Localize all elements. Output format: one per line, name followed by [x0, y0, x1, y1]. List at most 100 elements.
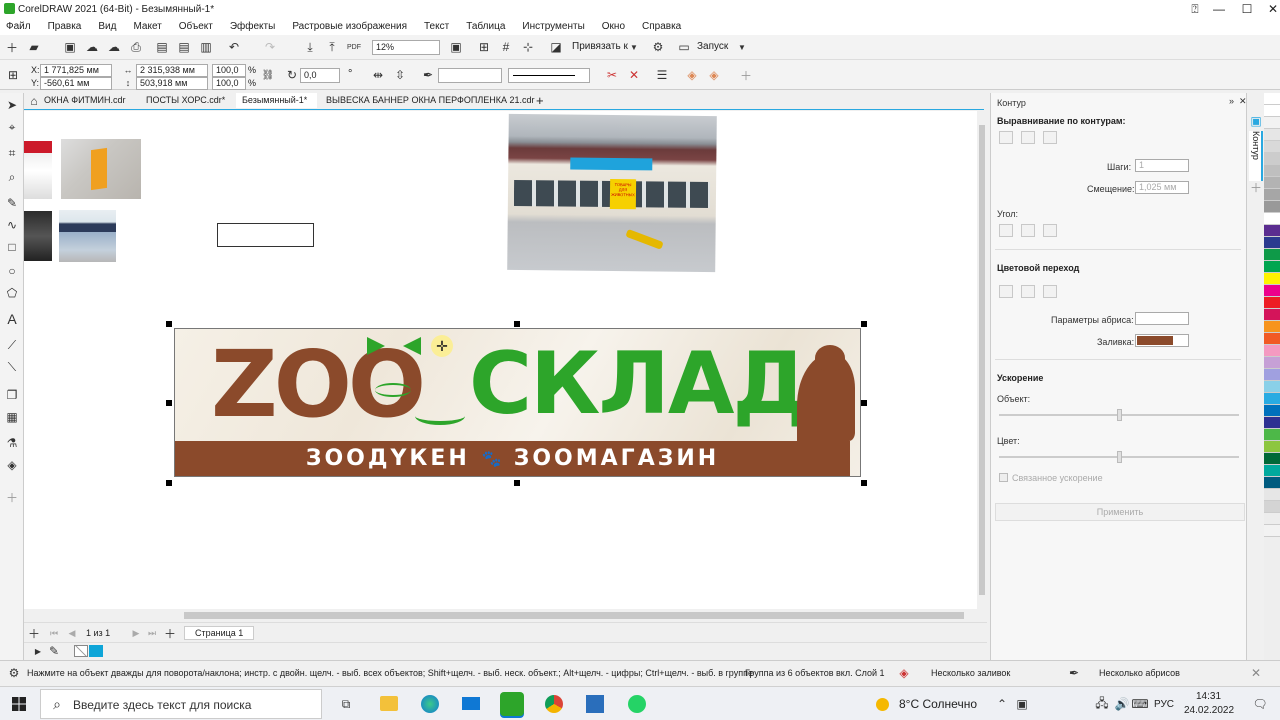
selection-handle[interactable] — [861, 480, 867, 486]
rotation-angle-field[interactable]: 0,0 — [300, 68, 340, 83]
palette-swatch[interactable] — [1264, 165, 1280, 177]
scroll-thumb[interactable] — [184, 612, 964, 619]
palette-swatch[interactable] — [1264, 105, 1280, 117]
palette-swatch[interactable] — [1264, 261, 1280, 273]
menu-item[interactable]: Вид — [98, 21, 116, 32]
volume-icon[interactable]: 🔊 — [1114, 696, 1130, 712]
palette-swatch[interactable] — [1264, 333, 1280, 345]
paste-icon[interactable]: ▥ — [198, 39, 214, 55]
palette-swatch[interactable] — [1264, 393, 1280, 405]
menu-item[interactable]: Текст — [424, 21, 449, 32]
palette-swatch[interactable] — [1264, 273, 1280, 285]
full-screen-icon[interactable]: ▣ — [448, 39, 464, 55]
menu-item[interactable]: Макет — [133, 21, 161, 32]
close-icon[interactable]: ✕ — [1248, 665, 1264, 681]
to-back-icon[interactable]: ◈ — [706, 67, 722, 83]
palette-swatch[interactable] — [1264, 213, 1280, 225]
snap-to-dropdown[interactable]: Привязать к — [572, 41, 628, 52]
menu-item[interactable]: Объект — [179, 21, 213, 32]
pdf-icon[interactable]: PDF — [346, 39, 362, 55]
selection-handle[interactable] — [861, 321, 867, 327]
palette-swatch[interactable] — [1264, 369, 1280, 381]
selection-handle[interactable] — [861, 400, 867, 406]
palette-swatch[interactable] — [1264, 225, 1280, 237]
menu-item[interactable]: Файл — [6, 21, 31, 32]
menu-item[interactable]: Таблица — [466, 21, 505, 32]
palette-swatch[interactable] — [1264, 189, 1280, 201]
tray-chevron-icon[interactable]: ⌃ — [994, 696, 1010, 712]
ellipse-tool-icon[interactable]: ○ — [4, 263, 20, 279]
palette-swatch[interactable] — [1264, 117, 1280, 129]
to-front-icon[interactable]: ◈ — [684, 67, 700, 83]
freehand-tool-icon[interactable]: ✎ — [4, 195, 20, 211]
home-icon[interactable]: ⌂ — [26, 93, 42, 109]
fill-color-field[interactable] — [1135, 334, 1189, 347]
chrome-icon[interactable] — [545, 695, 563, 713]
menu-item[interactable]: Окно — [602, 21, 625, 32]
corner-bevel-button[interactable] — [1043, 224, 1057, 237]
grid-icon[interactable]: # — [498, 39, 514, 55]
palette-swatch[interactable] — [1264, 129, 1280, 141]
snap-icon[interactable]: ◪ — [548, 39, 564, 55]
pick-tool-icon[interactable]: ➤ — [4, 97, 20, 113]
cloud-upload-icon[interactable]: ☁ — [106, 39, 122, 55]
eyedropper-icon[interactable]: ✎ — [46, 643, 62, 659]
palette-swatch[interactable] — [1264, 177, 1280, 189]
notification-icon[interactable]: 🗨 — [1252, 696, 1268, 712]
scale-x-field[interactable]: 100,0 — [212, 64, 246, 77]
guidelines-icon[interactable]: ⊹ — [520, 39, 536, 55]
y-position-field[interactable]: -560,61 мм — [40, 77, 112, 90]
selection-handle[interactable] — [514, 480, 520, 486]
chevron-down-icon[interactable]: ▼ — [734, 39, 750, 55]
palette-swatch[interactable] — [1264, 477, 1280, 489]
horizontal-scrollbar[interactable] — [24, 609, 987, 621]
input-language[interactable]: РУС — [1154, 699, 1174, 710]
gear-icon[interactable]: ⚙ — [6, 665, 22, 681]
color-swatch[interactable] — [89, 645, 103, 657]
palette-swatch[interactable] — [1264, 357, 1280, 369]
selection-handle[interactable] — [514, 321, 520, 327]
steps-field[interactable]: 1 — [1135, 159, 1189, 172]
selection-handle[interactable] — [166, 480, 172, 486]
pen-nib-icon[interactable]: ✒ — [420, 67, 436, 83]
save-icon[interactable]: ▣ — [62, 39, 78, 55]
add-tab-button[interactable]: + — [536, 93, 544, 108]
mirror-horizontal-icon[interactable]: ⇹ — [370, 67, 386, 83]
thumbnail-image[interactable] — [59, 210, 116, 262]
palette-swatch[interactable] — [1264, 453, 1280, 465]
palette-swatch[interactable] — [1264, 489, 1280, 501]
color-acceleration-slider[interactable] — [999, 451, 1239, 463]
crop-tool-icon[interactable]: ⌗ — [4, 145, 20, 161]
gear-icon[interactable]: ⚙ — [650, 39, 666, 55]
whatsapp-icon[interactable] — [628, 695, 646, 713]
text-wrap-icon[interactable]: ☰ — [654, 67, 670, 83]
menu-item[interactable]: Растровые изображения — [292, 21, 407, 32]
dimension-tool-icon[interactable]: ⟋ — [4, 337, 20, 353]
clock-time[interactable]: 14:31 — [1196, 691, 1221, 702]
add-icon[interactable]: ＋ — [738, 67, 754, 83]
coreldraw-taskbar-icon[interactable] — [500, 692, 524, 716]
apply-button[interactable]: Применить — [995, 503, 1245, 521]
shadow-tool-icon[interactable]: ❐ — [4, 387, 20, 403]
menu-item[interactable]: Справка — [642, 21, 681, 32]
undo-icon[interactable]: ↶ — [226, 39, 242, 55]
width-field[interactable]: 2 315,938 мм — [136, 64, 208, 77]
import-icon[interactable]: ⤓ — [302, 39, 318, 55]
vertical-scrollbar[interactable] — [977, 111, 987, 609]
edge-icon[interactable] — [421, 695, 439, 713]
add-page-icon[interactable]: ＋ — [26, 625, 42, 641]
photos-icon[interactable] — [586, 695, 604, 713]
menu-item[interactable]: Эффекты — [230, 21, 275, 32]
palette-swatch[interactable] — [1264, 381, 1280, 393]
transparency-tool-icon[interactable]: ▦ — [4, 409, 20, 425]
prev-page-icon[interactable]: ◀ — [64, 625, 80, 641]
contour-outside-button[interactable] — [1043, 131, 1057, 144]
taskbar-search[interactable]: ⌕ Введите здесь текст для поиска — [40, 689, 322, 719]
tab-untitled[interactable]: Безымянный-1* — [236, 93, 318, 108]
zoom-tool-icon[interactable]: ⌕ — [4, 169, 20, 185]
task-view-icon[interactable]: ⧉ — [338, 696, 354, 712]
palette-swatch[interactable] — [1264, 417, 1280, 429]
add-docker-icon[interactable]: ＋ — [1248, 179, 1264, 195]
clockwise-blend-button[interactable] — [1021, 285, 1035, 298]
connector-tool-icon[interactable]: ⟍ — [4, 359, 20, 375]
